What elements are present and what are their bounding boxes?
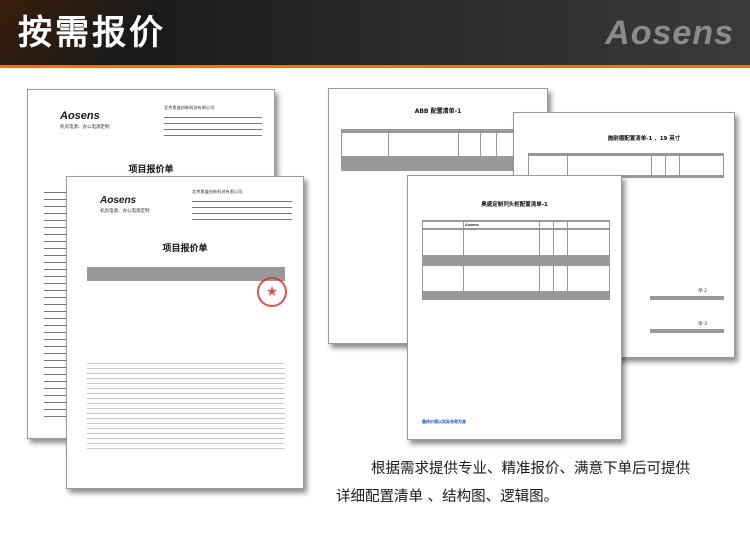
doc-slogan: 机房电源、办公电源定制 bbox=[60, 125, 110, 130]
doc-contact-lines bbox=[164, 112, 262, 136]
schneider-section-2-label: 单-2 bbox=[698, 289, 707, 294]
seal-star-icon: ★ bbox=[265, 284, 279, 300]
banner-title: 按需报价 bbox=[18, 13, 166, 53]
doc-slogan: 机房电源、办公电源定制 bbox=[100, 209, 150, 214]
custom-config-footer-note: 最终价格以实际合同为准 bbox=[422, 419, 466, 424]
caption-line-2: 详细配置清单 、结构图、逻辑图。 bbox=[336, 489, 559, 505]
doc-company-name: 北京奥盛创新科技有限公司 bbox=[192, 189, 243, 194]
quote-info-table bbox=[87, 267, 285, 281]
quote-notes-lines bbox=[87, 359, 285, 449]
quote-sheet-front: Aosens 机房电源、办公电源定制 北京奥盛创新科技有限公司 项目报价单 ★ bbox=[66, 176, 304, 489]
company-seal-stamp: ★ bbox=[257, 277, 287, 307]
banner-brand-logo: Aosens bbox=[605, 14, 734, 52]
schneider-section-3-label: 单-3 bbox=[698, 322, 707, 327]
doc-brand-logo: Aosens bbox=[100, 195, 137, 206]
custom-cabinet-config-sheet: 奥盛定制列头柜配置清单-1 Aosens 最终价格以实际合同为准 bbox=[407, 175, 622, 440]
schneider-config-title: 施耐德配置清单-1 、19 英寸 bbox=[607, 136, 681, 142]
doc-brand-logo: Aosens bbox=[60, 110, 100, 122]
caption-line-1: 根据需求提供专业、精准报价、满意下单后可提供 bbox=[371, 461, 690, 477]
schneider-section-3-table bbox=[650, 329, 724, 333]
caption-text: 根据需求提供专业、精准报价、满意下单后可提供 详细配置清单 、结构图、逻辑图。 bbox=[336, 455, 736, 511]
doc-contact-lines bbox=[192, 196, 292, 220]
doc-title: 项目报价单 bbox=[128, 165, 174, 175]
doc-company-name: 北京奥盛创新科技有限公司 bbox=[164, 105, 215, 110]
doc-title: 项目报价单 bbox=[162, 244, 208, 254]
schneider-section-2-table bbox=[650, 296, 724, 300]
custom-brand-cell: Aosens bbox=[464, 222, 540, 229]
abb-config-table bbox=[341, 129, 537, 171]
custom-config-table: Aosens bbox=[422, 220, 610, 301]
custom-config-title: 奥盛定制列头柜配置清单-1 bbox=[481, 202, 548, 208]
header-banner: 按需报价 Aosens bbox=[0, 0, 750, 68]
